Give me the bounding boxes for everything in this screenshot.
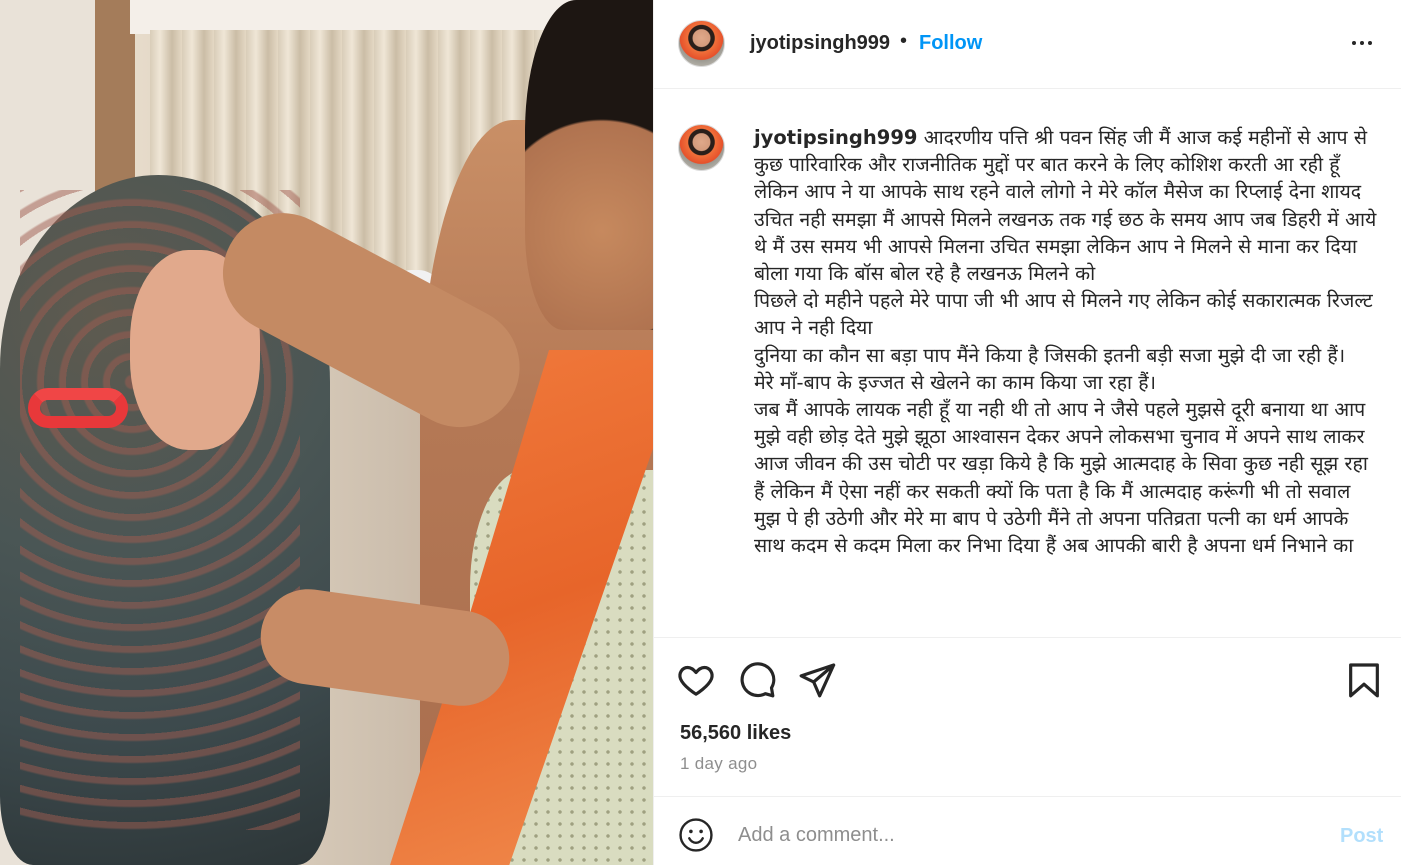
smiley-icon[interactable] bbox=[678, 817, 714, 853]
username-link[interactable]: jyotipsingh999 bbox=[750, 32, 890, 55]
post-timestamp[interactable]: 1 day ago bbox=[680, 754, 757, 774]
paper-plane-icon[interactable] bbox=[797, 660, 837, 700]
caption-paragraph: मेरे माँ-बाप के इज्जत से खेलने का काम कि… bbox=[754, 370, 1157, 394]
bookmark-icon[interactable] bbox=[1344, 660, 1384, 700]
heart-icon[interactable] bbox=[676, 660, 716, 700]
separator-dot: • bbox=[900, 30, 908, 52]
action-bar bbox=[654, 640, 1401, 720]
comment-input[interactable] bbox=[738, 819, 1298, 851]
post-photo[interactable] bbox=[0, 0, 653, 865]
speech-bubble-icon[interactable] bbox=[737, 660, 777, 700]
caption-paragraph: दुनिया का कौन सा बड़ा पाप मैंने किया है … bbox=[754, 343, 1346, 367]
post-caption: jyotipsingh999 आदरणीय पत्ति श्री पवन सिं… bbox=[754, 124, 1379, 559]
likes-count[interactable]: 56,560 likes bbox=[680, 722, 791, 745]
avatar[interactable] bbox=[678, 124, 725, 171]
post-comment-button[interactable]: Post bbox=[1340, 825, 1383, 848]
caption-username-link[interactable]: jyotipsingh999 bbox=[754, 126, 917, 149]
caption-text: आदरणीय पत्ति श्री पवन सिंह जी मैं आज कई … bbox=[754, 126, 1377, 286]
post-panel: jyotipsingh999 • Follow jyotipsingh999 आ… bbox=[653, 0, 1401, 865]
caption-scroll-area[interactable]: jyotipsingh999 आदरणीय पत्ति श्री पवन सिं… bbox=[654, 90, 1401, 638]
post-header: jyotipsingh999 • Follow bbox=[654, 0, 1401, 89]
photo-man-head bbox=[525, 0, 653, 330]
more-dots-icon[interactable] bbox=[1347, 28, 1377, 58]
follow-button[interactable]: Follow bbox=[919, 32, 982, 55]
caption-paragraph: जब मैं आपके लायक नही हूँ या नही थी तो आप… bbox=[754, 398, 1368, 558]
caption-paragraph: jyotipsingh999 आदरणीय पत्ति श्री पवन सिं… bbox=[754, 124, 1379, 287]
comment-bar: Post bbox=[654, 796, 1401, 865]
avatar[interactable] bbox=[678, 20, 725, 67]
caption-paragraph: पिछले दो महीने पहले मेरे पापा जी भी आप स… bbox=[754, 289, 1373, 340]
photo-red-bangle bbox=[28, 388, 128, 428]
